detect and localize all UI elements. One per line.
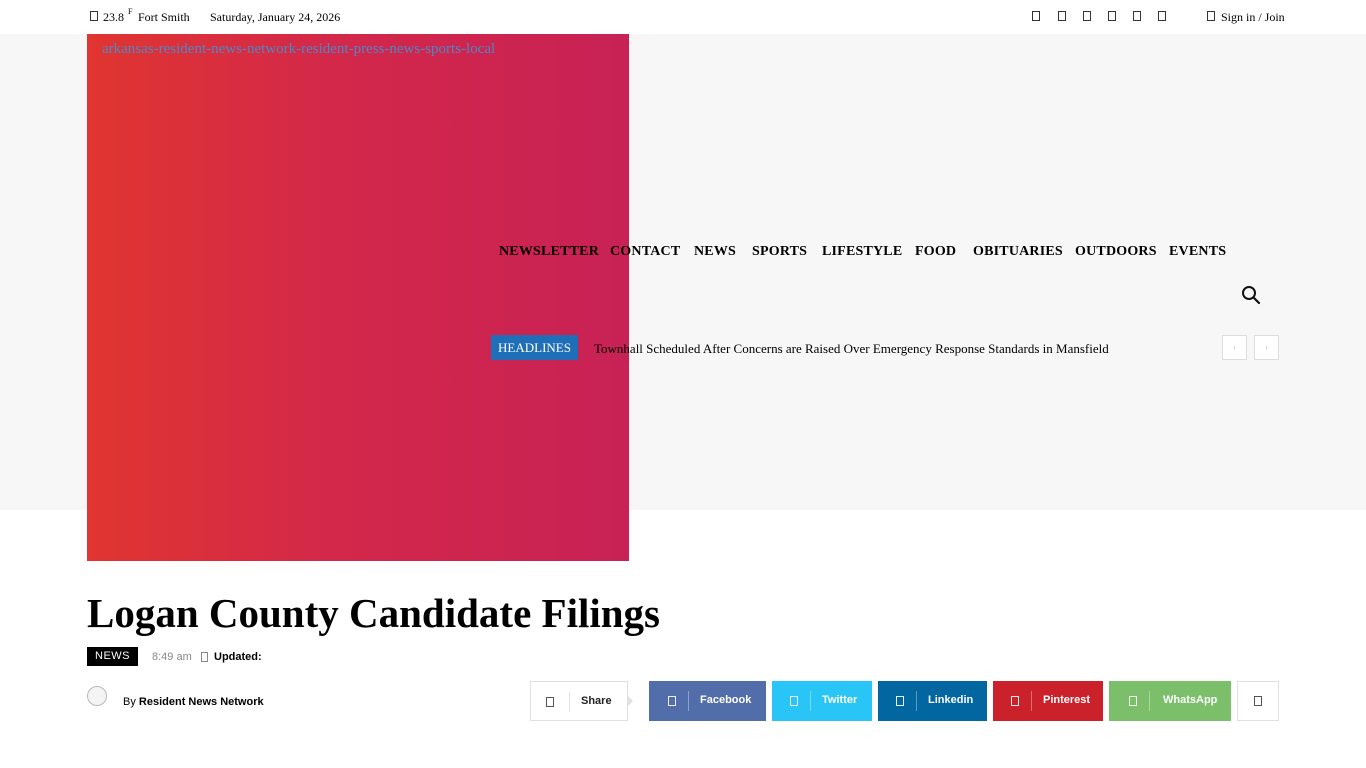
nav-item-sports[interactable]: SPORTS — [752, 244, 807, 260]
share-facebook-label: Facebook — [700, 694, 752, 706]
pinterest-icon — [1011, 696, 1019, 706]
share-twitter-button[interactable]: Twitter — [772, 681, 872, 721]
facebook-icon — [668, 696, 676, 706]
nav-item-newsletter[interactable]: NEWSLETTER — [499, 244, 599, 260]
weather-location: Fort Smith — [138, 10, 190, 24]
author-byline: By Resident News Network — [123, 696, 264, 708]
article-title: Logan County Candidate Filings — [87, 590, 660, 636]
sign-in-link[interactable]: Sign in / Join — [1221, 10, 1285, 24]
instagram-icon[interactable] — [1058, 11, 1066, 21]
share-pinterest-button[interactable]: Pinterest — [993, 681, 1103, 721]
publish-time: 8:49 am — [152, 651, 192, 663]
site-logo[interactable] — [87, 34, 629, 561]
twitter-icon[interactable] — [1133, 11, 1141, 21]
nav-item-outdoors[interactable]: OUTDOORS — [1075, 244, 1157, 260]
share-icon — [546, 697, 554, 707]
avatar-image — [87, 686, 107, 706]
nav-item-food[interactable]: FOOD — [915, 244, 956, 260]
ticker-headline[interactable]: Townhall Scheduled After Concerns are Ra… — [594, 341, 1109, 356]
button-divider — [688, 691, 689, 711]
category-badge[interactable]: NEWS — [87, 647, 138, 666]
temperature-unit: F — [128, 7, 133, 16]
linkedin-icon — [896, 696, 904, 706]
nav-item-obituaries[interactable]: OBITUARIES — [973, 244, 1063, 260]
nav-item-events[interactable]: EVENTS — [1169, 244, 1226, 260]
clock-icon — [201, 652, 208, 662]
more-icon — [1254, 696, 1262, 706]
pinterest-icon[interactable] — [1108, 11, 1116, 21]
user-icon[interactable] — [1207, 11, 1215, 21]
share-facebook-button[interactable]: Facebook — [649, 681, 766, 721]
ticker-prev-button[interactable]: ‹ — [1222, 335, 1247, 360]
button-divider — [810, 691, 811, 711]
by-label: By — [123, 696, 136, 708]
nav-item-contact[interactable]: CONTACT — [610, 244, 680, 260]
twitter-icon — [790, 696, 798, 706]
updated-label: Updated: — [214, 651, 262, 663]
facebook-icon[interactable] — [1032, 11, 1040, 21]
nav-item-news[interactable]: NEWS — [694, 244, 736, 260]
share-label-box: Share — [530, 681, 628, 721]
share-linkedin-button[interactable]: Linkedin — [878, 681, 987, 721]
share-whatsapp-button[interactable]: WhatsApp — [1109, 681, 1231, 721]
search-icon[interactable] — [1241, 285, 1261, 305]
nav-item-lifestyle[interactable]: LIFESTYLE — [822, 244, 902, 260]
author-link[interactable]: Resident News Network — [139, 696, 264, 708]
button-divider — [916, 691, 917, 711]
weather-icon — [90, 11, 98, 21]
avatar[interactable] — [87, 686, 113, 716]
share-label: Share — [581, 695, 612, 707]
logo-alt-text[interactable]: arkansas-resident-news-network-resident-… — [102, 40, 622, 58]
ticker-next-button[interactable]: › — [1254, 335, 1279, 360]
share-arrow — [627, 695, 633, 707]
share-more-button[interactable] — [1237, 681, 1279, 721]
headlines-badge: HEADLINES — [491, 335, 578, 360]
share-whatsapp-label: WhatsApp — [1163, 694, 1218, 706]
youtube-icon[interactable] — [1158, 11, 1166, 21]
button-divider — [1149, 691, 1150, 711]
whatsapp-icon — [1129, 696, 1137, 706]
linkedin-icon[interactable] — [1083, 11, 1091, 21]
current-date: Saturday, January 24, 2026 — [210, 10, 341, 24]
top-bar: 23.8 F Fort Smith Saturday, January 24, … — [0, 0, 1366, 34]
button-divider — [1031, 691, 1032, 711]
temperature: 23.8 — [103, 10, 124, 24]
share-twitter-label: Twitter — [822, 694, 858, 706]
share-pinterest-label: Pinterest — [1043, 694, 1091, 706]
share-divider — [569, 692, 570, 712]
share-linkedin-label: Linkedin — [928, 694, 974, 706]
